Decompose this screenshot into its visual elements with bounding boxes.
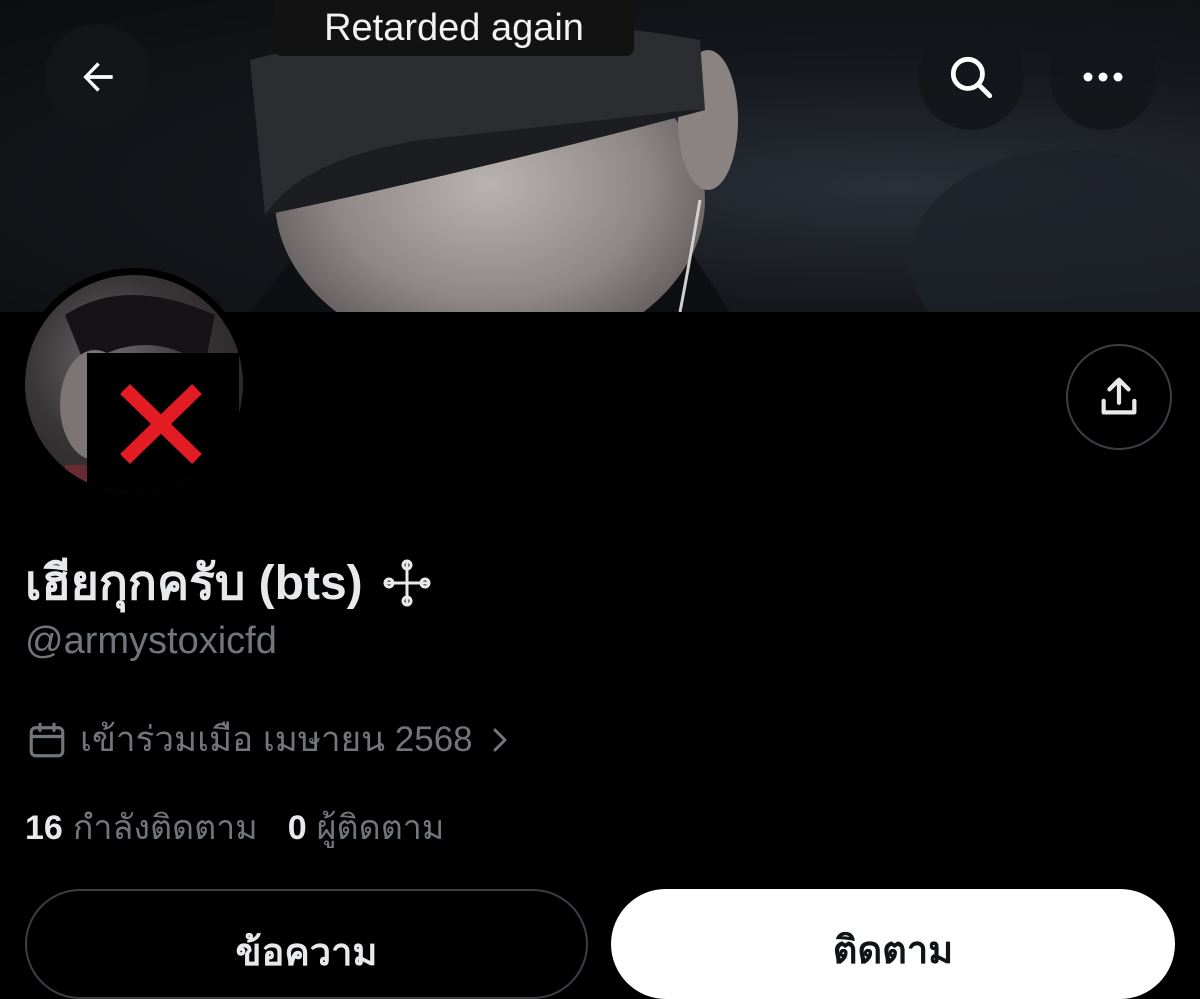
arrow-left-icon: [83, 62, 113, 92]
share-upload-icon: [1101, 377, 1137, 415]
avatar-image: [25, 275, 243, 493]
more-horizontal-icon: [1083, 72, 1123, 82]
red-x-icon: [120, 383, 202, 465]
chevron-right-icon: [493, 728, 507, 751]
share-button[interactable]: [1066, 344, 1172, 450]
search-button[interactable]: [918, 24, 1024, 130]
followers-count[interactable]: 0: [288, 809, 307, 848]
avatar[interactable]: [18, 268, 250, 500]
search-icon: [950, 56, 993, 99]
sparkle-cross-icon: [383, 559, 431, 607]
follow-stats: 16 กำลังติดตาม 0 ผู้ติดตาม: [25, 800, 474, 854]
profile-banner: Retarded again: [0, 0, 1200, 312]
follow-button[interactable]: ติดตาม: [611, 889, 1175, 999]
back-button[interactable]: [45, 24, 151, 130]
banner-caption: Retarded again: [274, 0, 634, 56]
joined-date-row[interactable]: เข้าร่วมเมือ เมษายน 2568: [26, 712, 515, 767]
avatar-censor-box: [87, 353, 239, 493]
profile-handle: @armystoxicfd: [25, 620, 277, 662]
display-name: เฮียกุกครับ (bts): [25, 557, 363, 610]
more-options-button[interactable]: [1050, 24, 1156, 130]
name-row: เฮียกุกครับ (bts): [25, 545, 435, 621]
following-count[interactable]: 16: [25, 809, 63, 848]
message-button[interactable]: ข้อความ: [25, 889, 588, 999]
calendar-icon: [29, 722, 65, 757]
following-label[interactable]: กำลังติดตาม: [73, 800, 258, 854]
followers-label[interactable]: ผู้ติดตาม: [317, 800, 445, 854]
joined-date-text: เข้าร่วมเมือ เมษายน 2568: [80, 720, 473, 759]
